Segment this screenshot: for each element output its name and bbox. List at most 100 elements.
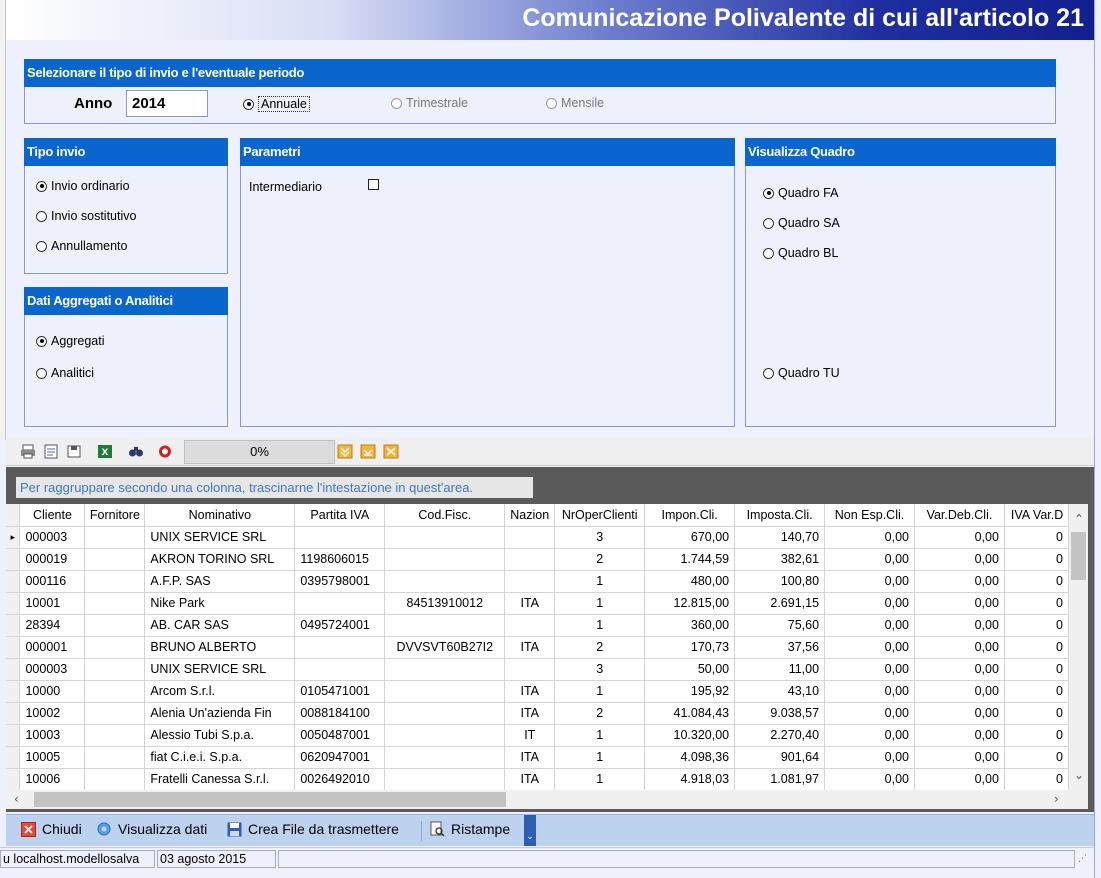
cell-fornitore[interactable] [84,636,146,659]
row-header[interactable] [6,636,21,659]
column-header-nroperclienti[interactable]: NrOperClienti [554,504,646,527]
cell-nominativo[interactable]: Alessio Tubi S.p.a. [144,724,296,747]
cell-non-esp-cli[interactable]: 0,00 [824,724,915,747]
cell-iva-var[interactable]: 0 [1004,614,1069,637]
cell-nroperclienti[interactable]: 1 [554,768,646,790]
cell-partita-iva[interactable] [294,526,386,549]
cell-nazion[interactable]: ITA [504,702,556,725]
cell-non-esp-cli[interactable]: 0,00 [824,592,915,615]
cell-var-deb-cli[interactable]: 0,00 [914,702,1005,725]
radio-invio-sostitutivo[interactable]: Invio sostitutivo [36,209,136,223]
cell-non-esp-cli[interactable]: 0,00 [824,746,915,769]
cell-var-deb-cli[interactable]: 0,00 [914,746,1005,769]
row-header[interactable] [6,746,21,769]
cell-cliente[interactable]: 000003 [19,526,86,549]
clear-icon[interactable] [383,444,399,459]
table-row[interactable]: 10002 Alenia Un'azienda Fin 0088184100 ITA 2… [6,702,1069,725]
column-header-non-esp-cli[interactable]: Non Esp.Cli. [824,504,915,527]
cell-nazion[interactable]: ITA [504,768,556,790]
cell-fornitore[interactable] [84,526,146,549]
cell-nominativo[interactable]: AB. CAR SAS [144,614,296,637]
cell-iva-var[interactable]: 0 [1004,658,1069,681]
cell-partita-iva[interactable]: 0620947001 [294,746,386,769]
cell-non-esp-cli[interactable]: 0,00 [824,658,915,681]
table-row[interactable]: 000116 A.F.P. SAS 0395798001 1 480,00 100,80 0… [6,570,1069,593]
cell-impon-cli[interactable]: 480,00 [644,570,736,593]
cell-nroperclienti[interactable]: 2 [554,702,646,725]
row-header[interactable] [6,768,21,790]
cell-partita-iva[interactable]: 0026492010 [294,768,386,790]
cell-iva-var[interactable]: 0 [1004,746,1069,769]
expand-icon[interactable] [337,444,353,459]
column-header-cliente[interactable]: Cliente [19,504,86,527]
cell-nroperclienti[interactable]: 1 [554,614,646,637]
cell-non-esp-cli[interactable]: 0,00 [824,680,915,703]
cell-var-deb-cli[interactable]: 0,00 [914,768,1005,790]
table-row[interactable]: 10005 fiat C.i.e.i. S.p.a. 0620947001 ITA 1 4… [6,746,1069,769]
overflow-chevron-icon[interactable]: ⌄ [524,815,536,846]
row-header[interactable] [6,570,21,593]
cell-nominativo[interactable]: fiat C.i.e.i. S.p.a. [144,746,296,769]
print-icon[interactable] [20,444,36,459]
cell-partita-iva[interactable] [294,636,386,659]
cell-var-deb-cli[interactable]: 0,00 [914,636,1005,659]
cell-nazion[interactable] [504,570,556,593]
cell-fornitore[interactable] [84,702,146,725]
cell-nroperclienti[interactable]: 1 [554,724,646,747]
cell-nroperclienti[interactable]: 3 [554,658,646,681]
cell-var-deb-cli[interactable]: 0,00 [914,724,1005,747]
cell-partita-iva[interactable] [294,592,386,615]
cell-iva-var[interactable]: 0 [1004,724,1069,747]
horizontal-scrollbar[interactable]: ‹ › [6,790,1088,809]
cell-impon-cli[interactable]: 360,00 [644,614,736,637]
cell-imposta-cli[interactable]: 75,60 [734,614,826,637]
cell-cliente[interactable]: 10005 [19,746,86,769]
cell-nominativo[interactable]: Alenia Un'azienda Fin [144,702,296,725]
cell-nazion[interactable] [504,614,556,637]
group-by-area[interactable]: Per raggruppare secondo una colonna, tra… [16,477,533,498]
crea-file-button[interactable]: Crea File da trasmettere [226,821,399,837]
cell-cliente[interactable]: 000019 [19,548,86,571]
cell-partita-iva[interactable]: 0088184100 [294,702,386,725]
row-header[interactable] [6,680,21,703]
scroll-right-icon[interactable]: › [1054,790,1059,809]
excel-icon[interactable]: X [97,444,113,459]
cell-cod-fisc[interactable] [384,724,506,747]
cell-iva-var[interactable]: 0 [1004,526,1069,549]
cell-var-deb-cli[interactable]: 0,00 [914,614,1005,637]
cell-non-esp-cli[interactable]: 0,00 [824,526,915,549]
radio-invio-ordinario[interactable]: Invio ordinario [36,179,130,193]
collapse-icon[interactable] [360,444,376,459]
cell-cod-fisc[interactable] [384,680,506,703]
cell-nominativo[interactable]: UNIX SERVICE SRL [144,526,296,549]
cell-fornitore[interactable] [84,724,146,747]
radio-mensile[interactable]: Mensile [546,96,604,110]
cell-iva-var[interactable]: 0 [1004,592,1069,615]
horizontal-scroll-thumb[interactable] [34,792,506,807]
table-row[interactable]: 10000 Arcom S.r.l. 0105471001 ITA 1 195,92 43,… [6,680,1069,703]
cell-partita-iva[interactable]: 0495724001 [294,614,386,637]
cell-cliente[interactable]: 10000 [19,680,86,703]
cell-cod-fisc[interactable] [384,548,506,571]
cell-imposta-cli[interactable]: 37,56 [734,636,826,659]
cell-fornitore[interactable] [84,548,146,571]
cell-partita-iva[interactable]: 0395798001 [294,570,386,593]
find-icon[interactable] [128,444,144,459]
cell-var-deb-cli[interactable]: 0,00 [914,592,1005,615]
column-header-nazion[interactable]: Nazion [504,504,556,527]
cell-fornitore[interactable] [84,592,146,615]
cell-cod-fisc[interactable] [384,614,506,637]
cell-nazion[interactable]: ITA [504,592,556,615]
cell-imposta-cli[interactable]: 43,10 [734,680,826,703]
cell-imposta-cli[interactable]: 2.270,40 [734,724,826,747]
row-header[interactable] [6,592,21,615]
cell-cliente[interactable]: 28394 [19,614,86,637]
cell-cliente[interactable]: 10003 [19,724,86,747]
cell-iva-var[interactable]: 0 [1004,702,1069,725]
cell-impon-cli[interactable]: 670,00 [644,526,736,549]
cell-cliente[interactable]: 000003 [19,658,86,681]
cell-nominativo[interactable]: BRUNO ALBERTO [144,636,296,659]
cell-cliente[interactable]: 000116 [19,570,86,593]
cell-fornitore[interactable] [84,570,146,593]
table-row[interactable]: ▸ 000003 UNIX SERVICE SRL 3 670,00 140,70 0,00… [6,526,1069,549]
